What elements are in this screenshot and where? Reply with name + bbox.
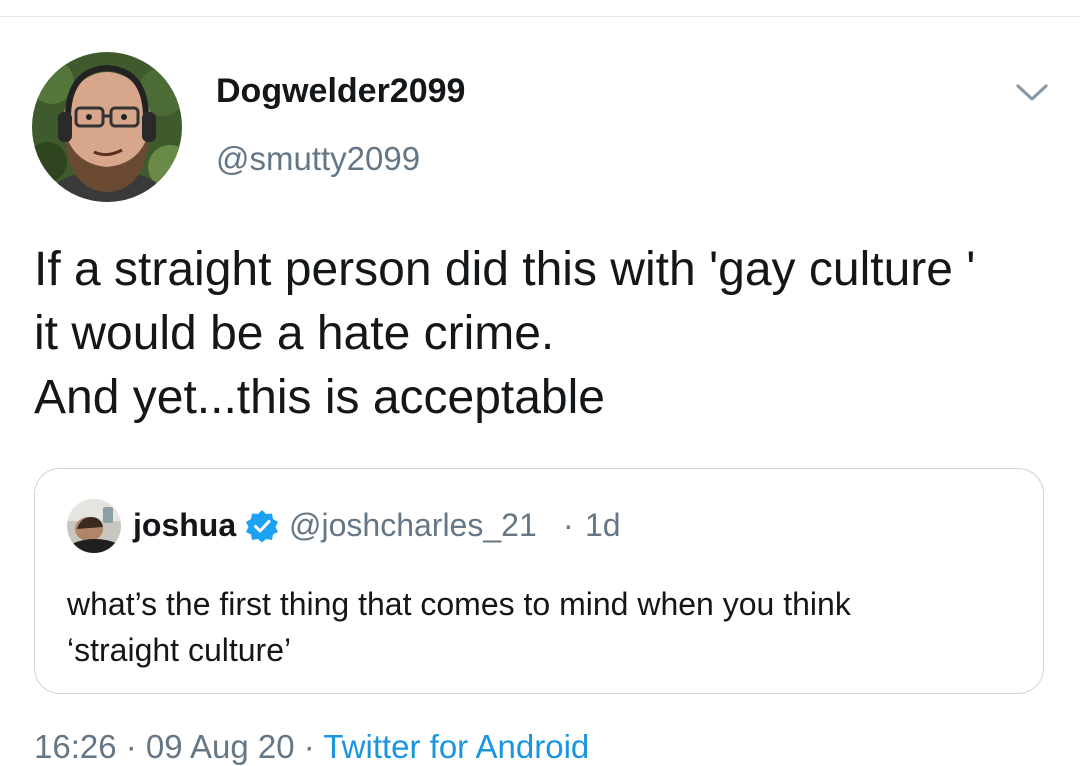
tweet-date[interactable]: 09 Aug 20	[146, 728, 295, 765]
tweet-meta: 16:26 · 09 Aug 20 · Twitter for Android	[34, 728, 589, 766]
quoted-author-handle[interactable]: @joshcharles_21	[289, 507, 537, 544]
tweet-text-line: If a straight person did this with 'gay …	[34, 243, 976, 296]
author-handle[interactable]: @smutty2099	[216, 140, 420, 178]
top-divider	[0, 16, 1080, 17]
tweet-text-line: And yet...this is acceptable	[34, 371, 605, 424]
chevron-down-icon[interactable]	[1014, 78, 1050, 106]
quoted-author-avatar[interactable]	[67, 499, 121, 553]
profile-photo-icon	[32, 52, 182, 202]
quoted-tweet-text: what’s the first thing that comes to min…	[67, 581, 1027, 673]
tweet-source-link[interactable]: Twitter for Android	[323, 728, 589, 765]
quoted-profile-photo-icon	[67, 499, 121, 553]
meta-separator: ·	[116, 728, 146, 765]
tweet-text: If a straight person did this with 'gay …	[34, 238, 1054, 430]
meta-separator: ·	[294, 728, 324, 765]
author-display-name[interactable]: Dogwelder2099	[216, 72, 465, 111]
quoted-author-display-name[interactable]: joshua	[133, 507, 236, 544]
quoted-tweet-card[interactable]: joshua @joshcharles_21 · 1d what’s the f…	[34, 468, 1044, 694]
quoted-text-line: ‘straight culture’	[67, 632, 292, 668]
quoted-timestamp[interactable]: 1d	[585, 507, 621, 544]
quoted-text-line: what’s the first thing that comes to min…	[67, 586, 851, 622]
author-avatar[interactable]	[32, 52, 182, 202]
tweet-time[interactable]: 16:26	[34, 728, 117, 765]
quoted-separator: ·	[563, 507, 574, 543]
tweet-text-line: it would be a hate crime.	[34, 307, 555, 360]
verified-badge-icon	[245, 509, 279, 543]
